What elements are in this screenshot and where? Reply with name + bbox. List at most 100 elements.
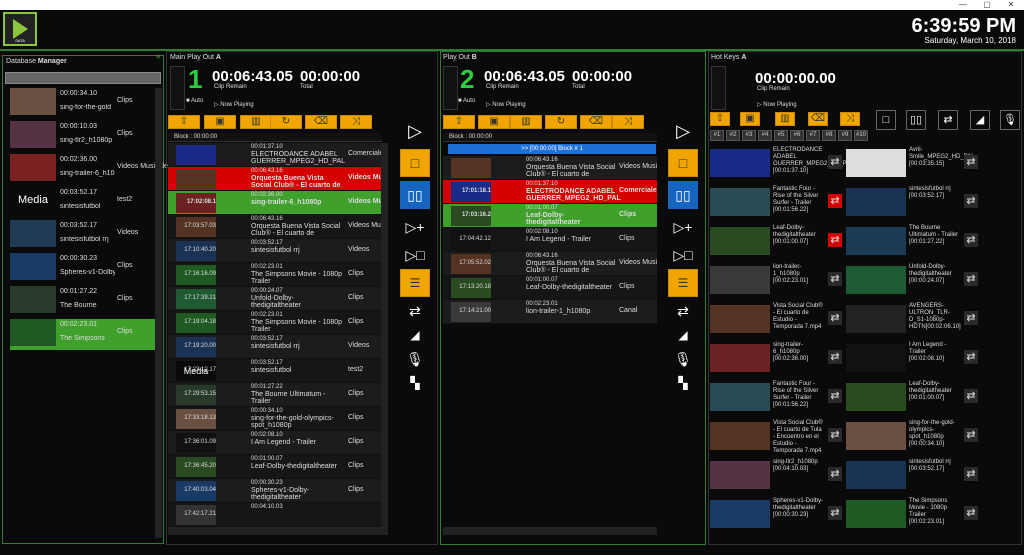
loop-icon[interactable]: ⇄ <box>828 311 842 325</box>
overlay-button-a[interactable]: ▚ <box>400 369 430 397</box>
hotkey-cell[interactable]: Avril-Smile_MPEG2_HD_PAL [00:03:35.15] ⇄ <box>844 145 978 181</box>
playlist-row[interactable]: 17:36:01.09 00:02:08.10 I Am Legend - Tr… <box>168 431 382 455</box>
hotkey-cell[interactable]: lion-trailer-1_h1080p [00:02:23.01] ⇄ <box>708 262 842 298</box>
db-list-item[interactable]: Media 00:03:52.17 sintesisfutbol test2 <box>10 187 160 218</box>
hotkey-tab[interactable]: #6 <box>790 130 804 141</box>
playlist-row[interactable]: 17:14:21.00 00:02:23.01 lion-trailer-1_h… <box>443 300 657 324</box>
db-list-item[interactable]: 00:02:36.00 sing-trailer-6_h1080 Videos … <box>10 154 171 185</box>
hotkey-cell[interactable]: Leaf-Dolby-thedigitaltheater [00:01:00.0… <box>844 379 978 415</box>
hotkey-tab[interactable]: #5 <box>774 130 788 141</box>
pause-button-b[interactable]: ▯▯ <box>668 181 698 209</box>
playlist-row[interactable]: 17:02:08.1 00:02:36.00 sing-trailer-6_h1… <box>168 191 382 215</box>
hotkey-tab[interactable]: #1 <box>710 130 724 141</box>
delete-button-b[interactable]: ▥ <box>510 115 542 129</box>
db-list-item[interactable]: 00:01:27.22 The Bourne Clips <box>10 286 160 317</box>
cue-next-button-a[interactable]: ▷+ <box>400 213 430 241</box>
loop-icon[interactable]: ⇄ <box>964 272 978 286</box>
loop-icon[interactable]: ⇄ <box>828 389 842 403</box>
loop-icon[interactable]: ⇄ <box>828 350 842 364</box>
hotkey-cell[interactable]: The Simpsons Movie - 1080p Trailer [00:0… <box>844 496 978 532</box>
mic-icon-hk[interactable]: 🎙 <box>1000 110 1020 130</box>
playlist-row[interactable]: 17:17:39.21 00:00:24.07 Unfold-Dolby-the… <box>168 287 382 311</box>
refresh-button-a[interactable]: ↻ <box>270 115 302 129</box>
db-list-item[interactable]: 00:00:10.03 sing-tlr2_h1080p Clips <box>10 121 160 152</box>
shuffle-button-hk[interactable]: ⤨ <box>840 112 860 126</box>
play-stop-button-a[interactable]: ▷□ <box>400 241 430 269</box>
pause-button-hk[interactable]: ▯▯ <box>906 110 926 130</box>
loop-icon[interactable]: ⇄ <box>964 233 978 247</box>
close-icon[interactable]: ✕ <box>1004 0 1018 10</box>
stop-button-a[interactable]: □ <box>400 149 430 177</box>
playlist-row[interactable]: Media 17:23:12.17 00:03:52.17 sintesisfu… <box>168 359 382 383</box>
fade-button-hk[interactable]: ◢ <box>970 110 990 130</box>
cue-next-button-b[interactable]: ▷+ <box>668 213 698 241</box>
hotkey-cell[interactable]: The Bourne Ultimatum - Trailer [00:01:27… <box>844 223 978 259</box>
loop-icon[interactable]: ⇄ <box>964 467 978 481</box>
loop-icon[interactable]: ⇄ <box>964 155 978 169</box>
playlist-row[interactable]: 17:29:53.15 00:01:27.22 The Bourne Ultim… <box>168 383 382 407</box>
playlist-row[interactable]: 17:40:03.04 00:00:30.23 Spheres-v1-Dolby… <box>168 479 382 503</box>
playlist-row[interactable]: 17:42:17.21 00:04:10.03 <box>168 503 382 527</box>
hotkey-cell[interactable]: Leaf-Dolby-thedigitaltheater [00:01:00.0… <box>708 223 842 259</box>
playlist-row[interactable]: 17:36:45.20 00:01:00.07 Leaf-Dolby-thedi… <box>168 455 382 479</box>
hotkey-cell[interactable]: ELECTRODANCE ADABEL GUERRER_MPEG2_HD_PAL… <box>708 145 853 181</box>
loop-icon[interactable]: ⇄ <box>828 428 842 442</box>
save-button-hk[interactable]: ▣ <box>740 112 760 126</box>
playlist-row[interactable]: 17:03:16.2 00:01:00.07 Leaf-Dolby-thedig… <box>443 204 657 228</box>
db-scrollbar[interactable] <box>155 88 162 538</box>
db-list-item[interactable]: 00:03:52.17 sintesisfutbol rrj Videos <box>10 220 160 251</box>
play-button-b[interactable]: ▷ <box>668 117 698 145</box>
loop-icon[interactable]: ⇄ <box>964 428 978 442</box>
clear-button-hk[interactable]: ⌫ <box>808 112 828 126</box>
playlist-row[interactable]: 00:01:37.10 ELECTRODANCE ADABEL GUERRER_… <box>168 143 382 167</box>
shuffle-button-a[interactable]: ⤨ <box>340 115 372 129</box>
hotkey-cell[interactable]: sintesisfutbol rrj [00:03:52.17] ⇄ <box>844 457 978 493</box>
hotkey-cell[interactable]: sing-tlr2_h1080p [00:04:10.03] ⇄ <box>708 457 842 493</box>
loop-button-hk[interactable]: ⇄ <box>938 110 958 130</box>
loop-icon[interactable]: ⇄ <box>828 155 842 169</box>
playlist-b-hscrollbar[interactable] <box>443 527 657 535</box>
hotkey-cell[interactable]: Unfold-Dolby-thedigitaltheater [00:00:24… <box>844 262 978 298</box>
playlist-row[interactable]: 17:10:40.20 00:03:52.17 sintesisfutbol r… <box>168 239 382 263</box>
upload-button-a[interactable]: ⇧ <box>168 115 200 129</box>
hotkey-tab[interactable]: #7 <box>806 130 820 141</box>
playlist-button-b[interactable]: ☰ <box>668 269 698 297</box>
playlist-row[interactable]: 17:19:04.18 00:02:23.01 The Simpsons Mov… <box>168 311 382 335</box>
hotkey-cell[interactable]: sing-for-the-gold-olympics-spot_h1080p [… <box>844 418 978 454</box>
refresh-button-b[interactable]: ↻ <box>545 115 577 129</box>
db-list-item[interactable]: 00:00:30.23 Spheres-v1-Dolby- Clips <box>10 253 160 284</box>
hotkey-tab[interactable]: #3 <box>742 130 756 141</box>
hotkey-tab[interactable]: #9 <box>838 130 852 141</box>
overlay-button-b[interactable]: ▚ <box>668 369 698 397</box>
clear-button-a[interactable]: ⌫ <box>305 115 337 129</box>
pause-button-a[interactable]: ▯▯ <box>400 181 430 209</box>
stop-button-b[interactable]: □ <box>668 149 698 177</box>
playlist-row[interactable]: 17:13:20.18 00:01:00.07 Leaf-Dolby-thedi… <box>443 276 657 300</box>
hotkey-cell[interactable]: Vista Social Club® - El cuarto de Tula -… <box>708 418 842 454</box>
auto-checkbox-a[interactable]: ■ Auto <box>186 98 203 104</box>
hotkey-cell[interactable]: I Am Legend - Trailer [00:02:08.10] ⇄ <box>844 340 978 376</box>
hotkey-cell[interactable]: sing-trailer-6_h1080p [00:02:36.00] ⇄ <box>708 340 842 376</box>
save-button-b[interactable]: ▣ <box>478 115 510 129</box>
playlist-row[interactable]: 17:04:42.12 00:02:08.10 I Am Legend - Tr… <box>443 228 657 252</box>
hotkey-cell[interactable]: AVENGERS-ULTRON_TLR-D_S1-1080p-HDTN[00:0… <box>844 301 978 337</box>
clear-button-b[interactable]: ⌫ <box>580 115 612 129</box>
auto-checkbox-b[interactable]: ■ Auto <box>458 98 475 104</box>
playlist-row[interactable]: 00:06:43.16 Orquesta Buena Vista Social … <box>168 167 382 191</box>
delete-button-a[interactable]: ▥ <box>240 115 272 129</box>
playlist-a-scrollbar[interactable] <box>381 143 388 527</box>
db-search-input[interactable] <box>5 72 161 84</box>
hotkey-cell[interactable]: Spheres-v1-Dolby-thedigitaltheater [00:0… <box>708 496 842 532</box>
loop-icon[interactable]: ⇄ <box>964 350 978 364</box>
play-stop-button-b[interactable]: ▷□ <box>668 241 698 269</box>
loop-icon[interactable]: ⇄ <box>828 272 842 286</box>
loop-icon[interactable]: ⇄ <box>964 389 978 403</box>
shuffle-button-b[interactable]: ⤨ <box>612 115 644 129</box>
stop-button-hk[interactable]: □ <box>876 110 896 130</box>
hotkey-cell[interactable]: Fantastic Four - Rise of the Silver Surf… <box>708 184 842 220</box>
play-button-a[interactable]: ▷ <box>400 117 430 145</box>
hotkey-cell[interactable]: Vista Social Club® - El cuarto de Estudi… <box>708 301 842 337</box>
playlist-a-hscrollbar[interactable] <box>168 527 388 535</box>
upload-button-hk[interactable]: ⇧ <box>710 112 730 126</box>
playlist-row[interactable]: 17:05:52.02 00:06:43.16 Orquesta Buena V… <box>443 252 657 276</box>
